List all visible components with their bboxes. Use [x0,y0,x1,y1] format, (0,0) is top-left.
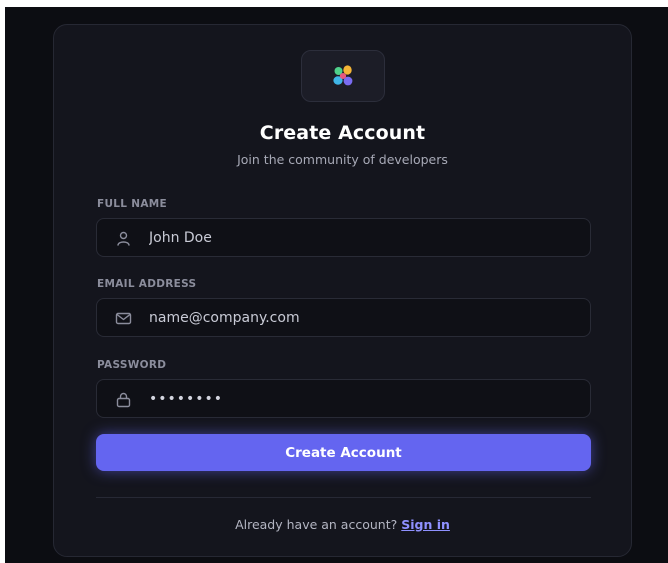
page-title: Create Account [259,122,426,144]
signup-card: Create Account Join the community of dev… [53,24,632,557]
email-label: EMAIL ADDRESS [97,278,197,290]
email-field[interactable] [96,298,591,337]
email-input[interactable] [149,299,569,336]
full-name-input[interactable] [149,219,569,256]
signin-prompt: Already have an account? Sign in [54,517,631,532]
full-name-label: FULL NAME [97,198,167,210]
app-logo [301,50,385,102]
full-name-field[interactable] [96,218,591,257]
create-account-button[interactable]: Create Account [96,434,591,471]
user-icon [117,231,130,246]
page-background: Create Account Join the community of dev… [5,7,668,563]
divider [96,497,591,498]
password-label: PASSWORD [97,359,167,371]
sign-in-link[interactable]: Sign in [401,517,450,532]
password-field[interactable] [96,379,591,418]
mail-icon [115,312,132,325]
signin-prompt-text: Already have an account? [235,517,398,532]
page-subtitle: Join the community of developers [237,152,448,167]
four-petal-flower-icon [333,65,353,86]
lock-icon [116,392,131,408]
password-input[interactable] [149,380,569,417]
